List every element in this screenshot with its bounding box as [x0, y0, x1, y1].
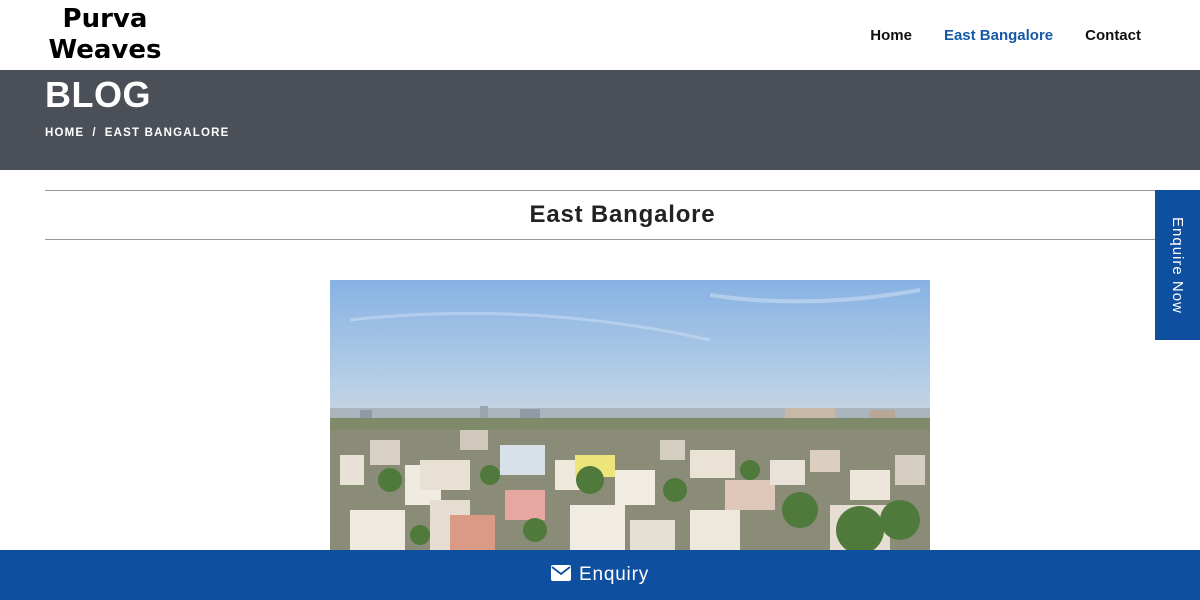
nav-east-bangalore[interactable]: East Bangalore: [944, 27, 1053, 44]
page-banner: BLOG HOME / EAST BANGALORE: [0, 70, 1200, 170]
enquire-now-tab[interactable]: Enquire Now: [1155, 190, 1200, 340]
envelope-icon: [550, 564, 571, 586]
nav-home[interactable]: Home: [870, 27, 912, 44]
nav-contact[interactable]: Contact: [1085, 27, 1141, 44]
enquiry-label: Enquiry: [578, 564, 650, 585]
logo-line-2: Weaves: [48, 35, 162, 65]
breadcrumb: HOME / EAST BANGALORE: [45, 127, 230, 139]
section-title: East Bangalore: [529, 201, 716, 228]
enquire-now-label: Enquire Now: [1169, 216, 1186, 314]
enquiry-bar[interactable]: Enquiry: [0, 550, 1200, 600]
site-header: Purva Weaves Home East Bangalore Contact: [0, 0, 1200, 70]
cityscape-image: [330, 280, 930, 550]
page-title: BLOG: [45, 74, 151, 115]
site-logo[interactable]: Purva Weaves: [46, 4, 164, 66]
breadcrumb-current: EAST BANGALORE: [104, 127, 230, 139]
breadcrumb-home[interactable]: HOME: [45, 127, 84, 139]
main-nav: Home East Bangalore Contact: [870, 0, 1141, 70]
breadcrumb-separator: /: [92, 127, 97, 139]
logo-line-1: Purva: [62, 4, 148, 34]
section-title-bar: East Bangalore: [45, 190, 1200, 240]
